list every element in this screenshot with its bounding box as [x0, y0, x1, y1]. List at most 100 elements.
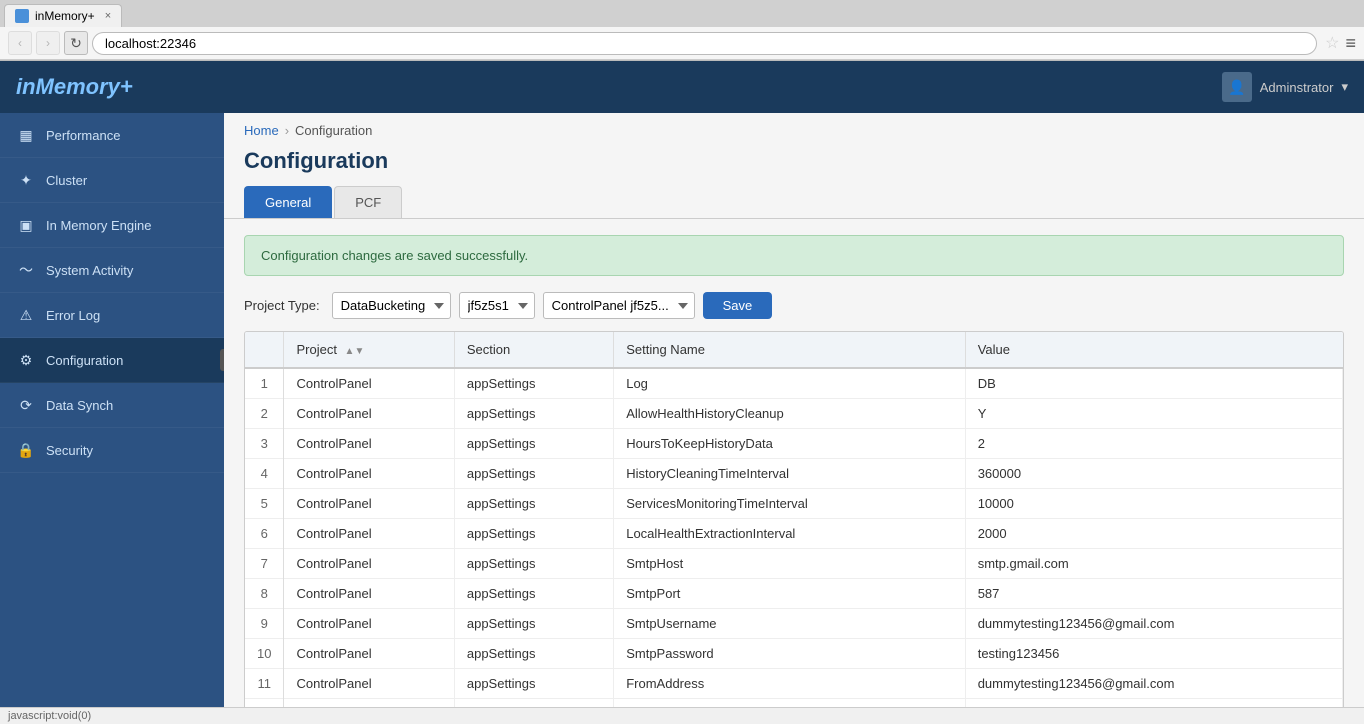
row-setting: AllowHealthHistoryCleanup: [614, 399, 965, 429]
tab-pcf[interactable]: PCF: [334, 186, 402, 218]
status-text: javascript:void(0): [8, 710, 91, 722]
row-project: ControlPanel: [284, 368, 454, 399]
row-section: appSettings: [454, 429, 613, 459]
table-row[interactable]: 4 ControlPanel appSettings HistoryCleani…: [245, 459, 1343, 489]
tab-bar: inMemory+ ×: [0, 0, 1364, 27]
row-value: DB: [965, 368, 1342, 399]
data-synch-icon: ⟳: [16, 395, 36, 415]
table-row[interactable]: 8 ControlPanel appSettings SmtpPort 587: [245, 579, 1343, 609]
sidebar-item-error-log[interactable]: ⚠ Error Log: [0, 293, 224, 338]
table-row[interactable]: 1 ControlPanel appSettings Log DB: [245, 368, 1343, 399]
table-row[interactable]: 11 ControlPanel appSettings FromAddress …: [245, 669, 1343, 699]
avatar: 👤: [1222, 72, 1252, 102]
tab-general[interactable]: General: [244, 186, 332, 218]
row-section: appSettings: [454, 609, 613, 639]
user-area: 👤 Adminstrator ▾: [1222, 72, 1348, 102]
system-activity-icon: 〜: [16, 260, 36, 280]
table-row[interactable]: 6 ControlPanel appSettings LocalHealthEx…: [245, 519, 1343, 549]
table-row[interactable]: 2 ControlPanel appSettings AllowHealthHi…: [245, 399, 1343, 429]
tab-title: inMemory+: [35, 9, 95, 23]
row-setting: ServicesMonitoringTimeInterval: [614, 489, 965, 519]
sidebar-item-in-memory-engine[interactable]: ▣ In Memory Engine: [0, 203, 224, 248]
row-section: appSettings: [454, 669, 613, 699]
row-num: 1: [245, 368, 284, 399]
row-num: 9: [245, 609, 284, 639]
sidebar-item-cluster[interactable]: ✦ Cluster: [0, 158, 224, 203]
data-table-wrapper: Project ▲▼ Section Setting Name Value 1 …: [244, 331, 1344, 713]
table-header-row: Project ▲▼ Section Setting Name Value: [245, 332, 1343, 368]
main-layout: ▦ Performance ✦ Cluster ▣ In Memory Engi…: [0, 113, 1364, 713]
address-bar[interactable]: [92, 32, 1317, 55]
row-num: 8: [245, 579, 284, 609]
row-project: ControlPanel: [284, 669, 454, 699]
row-value: 360000: [965, 459, 1342, 489]
row-section: appSettings: [454, 519, 613, 549]
sidebar-item-system-activity[interactable]: 〜 System Activity: [0, 248, 224, 293]
breadcrumb-current: Configuration: [295, 123, 372, 138]
row-setting: Log: [614, 368, 965, 399]
col-project: Project ▲▼: [284, 332, 454, 368]
project-id-select[interactable]: jf5z5s1: [459, 292, 535, 319]
row-setting: HoursToKeepHistoryData: [614, 429, 965, 459]
row-project: ControlPanel: [284, 459, 454, 489]
row-num: 7: [245, 549, 284, 579]
row-num: 11: [245, 669, 284, 699]
refresh-button[interactable]: ↻: [64, 31, 88, 55]
sidebar-item-configuration[interactable]: ⚙ Configuration Configuration: [0, 338, 224, 383]
save-button[interactable]: Save: [703, 292, 773, 319]
sidebar-item-performance[interactable]: ▦ Performance: [0, 113, 224, 158]
project-type-select[interactable]: DataBucketing: [332, 292, 451, 319]
bookmark-icon[interactable]: ☆: [1325, 33, 1339, 53]
row-project: ControlPanel: [284, 399, 454, 429]
row-project: ControlPanel: [284, 489, 454, 519]
row-num: 10: [245, 639, 284, 669]
row-section: appSettings: [454, 639, 613, 669]
tab-favicon: [15, 9, 29, 23]
row-value: dummytesting123456@gmail.com: [965, 609, 1342, 639]
user-dropdown-icon[interactable]: ▾: [1341, 79, 1348, 95]
sidebar-item-label: Data Synch: [46, 398, 113, 413]
row-project: ControlPanel: [284, 549, 454, 579]
row-setting: SmtpPort: [614, 579, 965, 609]
app-wrapper: inMemory+ 👤 Adminstrator ▾ ▦ Performance…: [0, 61, 1364, 713]
tab-close-btn[interactable]: ×: [105, 10, 111, 22]
table-row[interactable]: 10 ControlPanel appSettings SmtpPassword…: [245, 639, 1343, 669]
forward-button[interactable]: ›: [36, 31, 60, 55]
row-section: appSettings: [454, 549, 613, 579]
sidebar-item-label: Cluster: [46, 173, 87, 188]
row-setting: SmtpPassword: [614, 639, 965, 669]
row-setting: SmtpUsername: [614, 609, 965, 639]
browser-tab[interactable]: inMemory+ ×: [4, 4, 122, 27]
row-value: smtp.gmail.com: [965, 549, 1342, 579]
table-row[interactable]: 5 ControlPanel appSettings ServicesMonit…: [245, 489, 1343, 519]
row-setting: FromAddress: [614, 669, 965, 699]
row-num: 3: [245, 429, 284, 459]
row-section: appSettings: [454, 368, 613, 399]
table-row[interactable]: 9 ControlPanel appSettings SmtpUsername …: [245, 609, 1343, 639]
browser-chrome: inMemory+ × ‹ › ↻ ☆ ≡: [0, 0, 1364, 61]
row-value: Y: [965, 399, 1342, 429]
content-area: Home › Configuration Configuration Gener…: [224, 113, 1364, 713]
row-value: 2: [965, 429, 1342, 459]
sidebar-item-label: System Activity: [46, 263, 133, 278]
row-value: 10000: [965, 489, 1342, 519]
breadcrumb-home[interactable]: Home: [244, 123, 279, 138]
col-setting-name: Setting Name: [614, 332, 965, 368]
configuration-table: Project ▲▼ Section Setting Name Value 1 …: [245, 332, 1343, 713]
table-row[interactable]: 3 ControlPanel appSettings HoursToKeepHi…: [245, 429, 1343, 459]
configuration-icon: ⚙: [16, 350, 36, 370]
row-value: 587: [965, 579, 1342, 609]
col-section: Section: [454, 332, 613, 368]
back-button[interactable]: ‹: [8, 31, 32, 55]
page-title: Configuration: [224, 148, 1364, 186]
control-panel-select[interactable]: ControlPanel jf5z5...: [543, 292, 695, 319]
browser-menu-icon[interactable]: ≡: [1345, 33, 1356, 54]
sidebar-tooltip: Configuration: [220, 349, 224, 371]
table-row[interactable]: 7 ControlPanel appSettings SmtpHost smtp…: [245, 549, 1343, 579]
row-section: appSettings: [454, 459, 613, 489]
sidebar-item-data-synch[interactable]: ⟳ Data Synch: [0, 383, 224, 428]
user-label: Adminstrator: [1260, 80, 1334, 95]
sidebar-item-security[interactable]: 🔒 Security: [0, 428, 224, 473]
app-logo: inMemory+: [16, 74, 133, 100]
app-header: inMemory+ 👤 Adminstrator ▾: [0, 61, 1364, 113]
